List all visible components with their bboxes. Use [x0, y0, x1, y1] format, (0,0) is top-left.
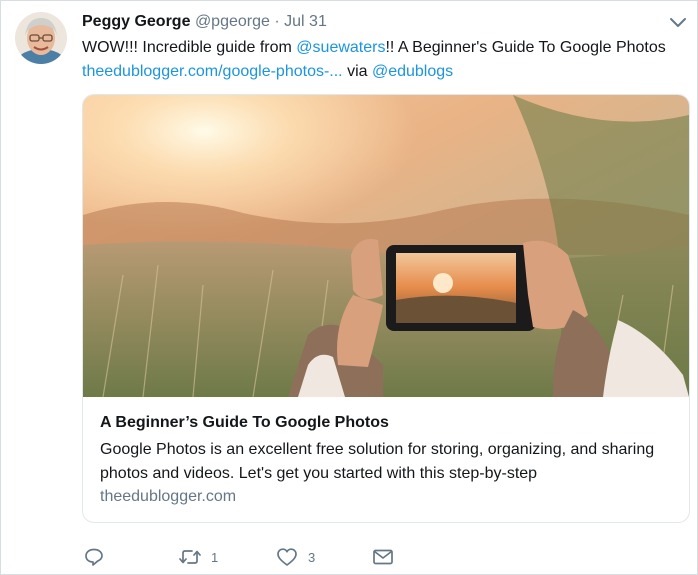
reply-icon	[84, 547, 104, 567]
direct-message-button[interactable]	[372, 545, 394, 569]
mention-link[interactable]: @suewaters	[296, 39, 385, 56]
retweet-icon	[179, 547, 201, 567]
tweet-container: Peggy George @pgeorge · Jul 31 WOW!!! In…	[0, 0, 698, 575]
reply-button[interactable]	[84, 545, 104, 569]
envelope-icon	[372, 547, 394, 567]
like-count: 3	[308, 549, 316, 565]
tweet-text-part: !! A Beginner's Guide To Google Photos	[385, 39, 666, 56]
url-link[interactable]: theedublogger.com/google-photos-...	[82, 63, 343, 80]
mention-link[interactable]: @edublogs	[372, 63, 453, 80]
card-body: A Beginner’s Guide To Google Photos Goog…	[83, 397, 689, 522]
display-name[interactable]: Peggy George	[82, 13, 190, 30]
tweet-text: WOW!!! Incredible guide from @suewaters!…	[82, 36, 682, 84]
avatar[interactable]	[15, 12, 67, 64]
tweet-header: Peggy George @pgeorge · Jul 31	[82, 12, 327, 32]
card-image	[83, 95, 689, 398]
tweet-text-part: WOW!!! Incredible guide from	[82, 39, 297, 56]
header-separator: ·	[274, 13, 280, 30]
tweet-text-part: via	[342, 63, 372, 80]
tweet-date[interactable]: Jul 31	[284, 13, 327, 30]
chevron-down-icon[interactable]	[668, 15, 688, 31]
user-handle[interactable]: @pgeorge	[195, 13, 270, 30]
card-title[interactable]: A Beginner’s Guide To Google Photos	[100, 414, 389, 432]
like-button[interactable]: 3	[276, 545, 315, 569]
retweet-count: 1	[211, 549, 219, 565]
retweet-button[interactable]: 1	[179, 545, 218, 569]
link-card[interactable]: A Beginner’s Guide To Google Photos Goog…	[82, 94, 690, 523]
heart-icon	[276, 547, 298, 567]
card-domain: theedublogger.com	[100, 488, 237, 505]
card-description: Google Photos is an excellent free solut…	[100, 441, 655, 482]
